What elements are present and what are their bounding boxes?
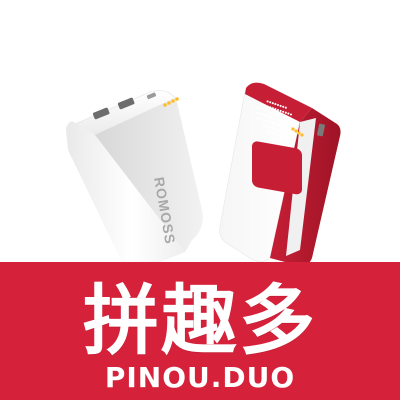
grille-dot — [261, 108, 264, 111]
grille-dot — [269, 121, 272, 124]
grille-dot — [287, 132, 290, 135]
grille-dot — [263, 109, 267, 112]
grille-dot — [269, 116, 272, 119]
grille-dot — [261, 123, 264, 126]
grille-dot — [269, 101, 272, 104]
grille-dot — [282, 130, 285, 133]
grille-dot — [274, 123, 277, 126]
grille-dot — [274, 138, 277, 141]
grille-dot — [269, 111, 272, 114]
grille-dot — [258, 117, 261, 120]
grille-dot — [261, 113, 264, 116]
grille-dot — [284, 131, 287, 134]
grille-dot — [276, 118, 280, 122]
grille-dot — [279, 109, 282, 112]
grille-dot — [289, 133, 293, 136]
grille-dot — [284, 106, 287, 109]
grille-dot — [274, 133, 277, 136]
grille-dot — [282, 125, 285, 128]
grille-dot — [258, 107, 261, 110]
grille-dot — [276, 128, 280, 132]
grille-dot — [289, 118, 293, 121]
grille-dot — [274, 108, 277, 111]
grille-dot — [271, 117, 274, 120]
grille-dot — [261, 118, 264, 121]
grille-dot — [287, 122, 290, 125]
grille-dot — [282, 120, 285, 123]
grille-dot — [279, 124, 282, 127]
grille-dot — [282, 115, 285, 118]
grille-dot — [279, 119, 282, 122]
grille-dot — [292, 124, 295, 127]
grille-dot — [276, 133, 280, 137]
grille-dot — [266, 125, 269, 128]
grille-dot — [287, 112, 290, 115]
grille-dot — [263, 104, 267, 107]
grille-dot — [256, 106, 259, 109]
grille-dot — [271, 137, 274, 140]
banner-subtitle: PINOU.DUO — [104, 361, 296, 394]
grille-dot — [258, 112, 261, 115]
grille-dot — [279, 129, 282, 132]
grille-dot — [274, 118, 277, 121]
brand-banner: 拼趣多 PINOU.DUO — [0, 262, 400, 400]
grille-dot — [287, 127, 290, 130]
power-bank-right — [219, 82, 341, 266]
grille-dot — [269, 131, 272, 134]
grille-dot — [276, 123, 280, 127]
grille-dot — [279, 139, 282, 142]
grille-dot — [266, 100, 269, 103]
grille-dot — [266, 120, 269, 123]
banner-title: 拼趣多 — [83, 276, 317, 365]
grille-dot — [269, 126, 272, 129]
grille-dot — [263, 119, 267, 122]
grille-dot — [284, 121, 287, 124]
grille-dot — [271, 107, 274, 110]
grille-dot — [266, 105, 269, 108]
grille-dot — [289, 123, 293, 126]
grille-dot — [276, 113, 280, 117]
grille-dot — [282, 105, 285, 108]
grille-dot — [276, 138, 280, 142]
grille-dot — [274, 103, 277, 106]
grille-dot — [279, 114, 282, 117]
power-bank-left: ROMOSS — [66, 90, 203, 269]
grille-dot — [284, 111, 287, 114]
grille-icon — [252, 141, 302, 195]
grille-dot — [263, 114, 267, 117]
grille-dot — [279, 104, 282, 107]
grille-dot — [271, 122, 274, 125]
grille-dot — [279, 134, 282, 137]
grille-dot — [271, 102, 274, 105]
grille-dot — [271, 132, 274, 135]
grille-dot — [295, 125, 298, 128]
grille-dot — [261, 103, 264, 106]
grille-dot — [284, 136, 287, 139]
grille-dot — [274, 113, 277, 116]
grille-dot — [287, 117, 290, 120]
grille-dot — [284, 116, 287, 119]
grille-dot — [295, 120, 298, 123]
grille-dot — [256, 116, 259, 119]
grille-dot — [274, 128, 277, 131]
grille-dot — [269, 106, 272, 109]
grille-dot — [282, 110, 285, 113]
grille-dot — [276, 108, 280, 112]
grille-dot — [271, 127, 274, 130]
grille-dot — [282, 135, 285, 138]
grille-dot — [289, 113, 293, 116]
grille-dot — [256, 111, 259, 114]
grille-dot — [276, 103, 280, 107]
grille-dot — [266, 115, 269, 118]
grille-dot — [266, 130, 269, 133]
grille-dot — [263, 124, 267, 127]
grille-dot — [292, 119, 295, 122]
grille-dot — [266, 110, 269, 113]
grille-dot — [284, 126, 287, 129]
grille-dot — [271, 112, 274, 115]
